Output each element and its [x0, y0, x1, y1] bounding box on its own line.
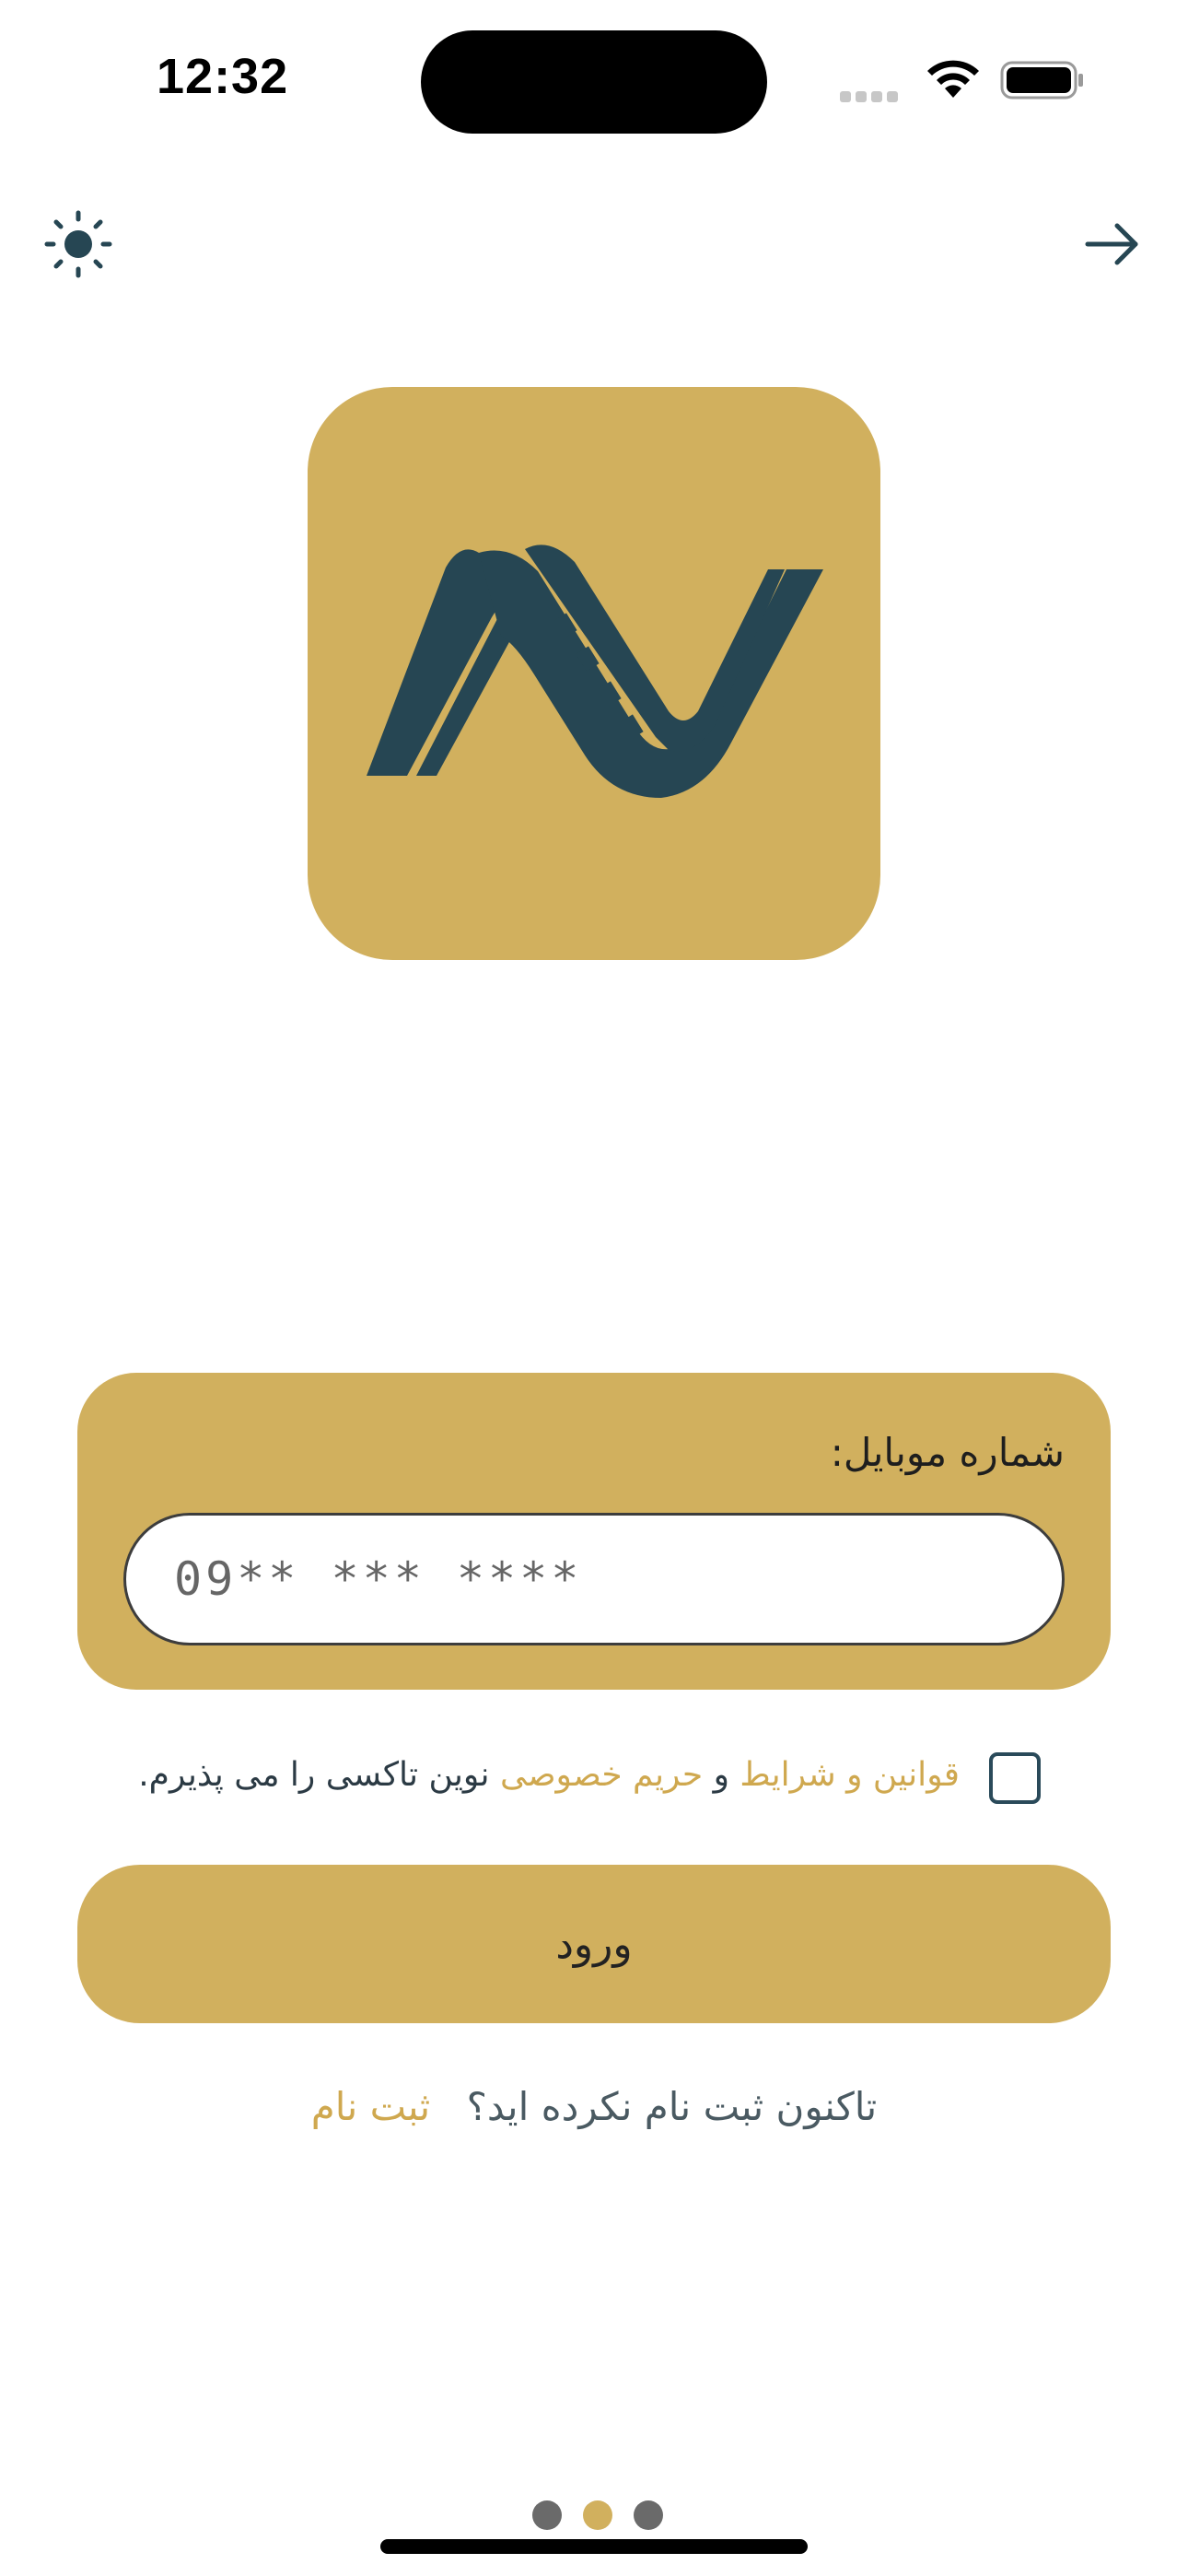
- privacy-link[interactable]: حریم خصوصی: [500, 1756, 703, 1794]
- page-dot-active[interactable]: [583, 2500, 613, 2530]
- page-dot[interactable]: [532, 2500, 562, 2530]
- terms-rest: نوین تاکسی را می پذیرم.: [138, 1756, 500, 1794]
- login-screen: 12:32 شماره موبایل: 09** *** **** قوانین…: [0, 0, 1188, 2576]
- signup-question: تاکنون ثبت نام نکرده اید؟: [466, 2084, 878, 2129]
- phone-input[interactable]: [123, 1513, 1065, 1645]
- phone-card: شماره موبایل:: [77, 1373, 1111, 1690]
- app-logo: [308, 387, 880, 960]
- login-button[interactable]: ورود: [77, 1865, 1111, 2023]
- dynamic-island: [421, 30, 767, 134]
- cellular-signal-icon: [840, 88, 903, 106]
- battery-icon: [1000, 61, 1083, 100]
- signup-row: تاکنون ثبت نام نکرده اید؟ ثبت نام: [0, 2084, 1188, 2129]
- wifi-icon: [927, 60, 979, 98]
- sun-icon[interactable]: [44, 210, 112, 278]
- status-icons: [840, 55, 1089, 102]
- page-dot[interactable]: [634, 2500, 664, 2530]
- terms-checkbox[interactable]: [989, 1752, 1041, 1804]
- terms-text: قوانین و شرایط و حریم خصوصی نوین تاکسی ر…: [138, 1756, 960, 1794]
- terms-row: قوانین و شرایط و حریم خصوصی نوین تاکسی ر…: [111, 1749, 1041, 1813]
- signup-link[interactable]: ثبت نام: [311, 2084, 430, 2129]
- phone-label: شماره موبایل:: [830, 1430, 1065, 1475]
- page-indicator: [532, 2500, 680, 2534]
- home-indicator[interactable]: [380, 2539, 808, 2554]
- terms-conjunction: و: [703, 1756, 740, 1794]
- status-time: 12:32: [157, 49, 289, 104]
- terms-link[interactable]: قوانین و شرایط: [740, 1756, 960, 1794]
- arrow-right-icon[interactable]: [1082, 214, 1143, 275]
